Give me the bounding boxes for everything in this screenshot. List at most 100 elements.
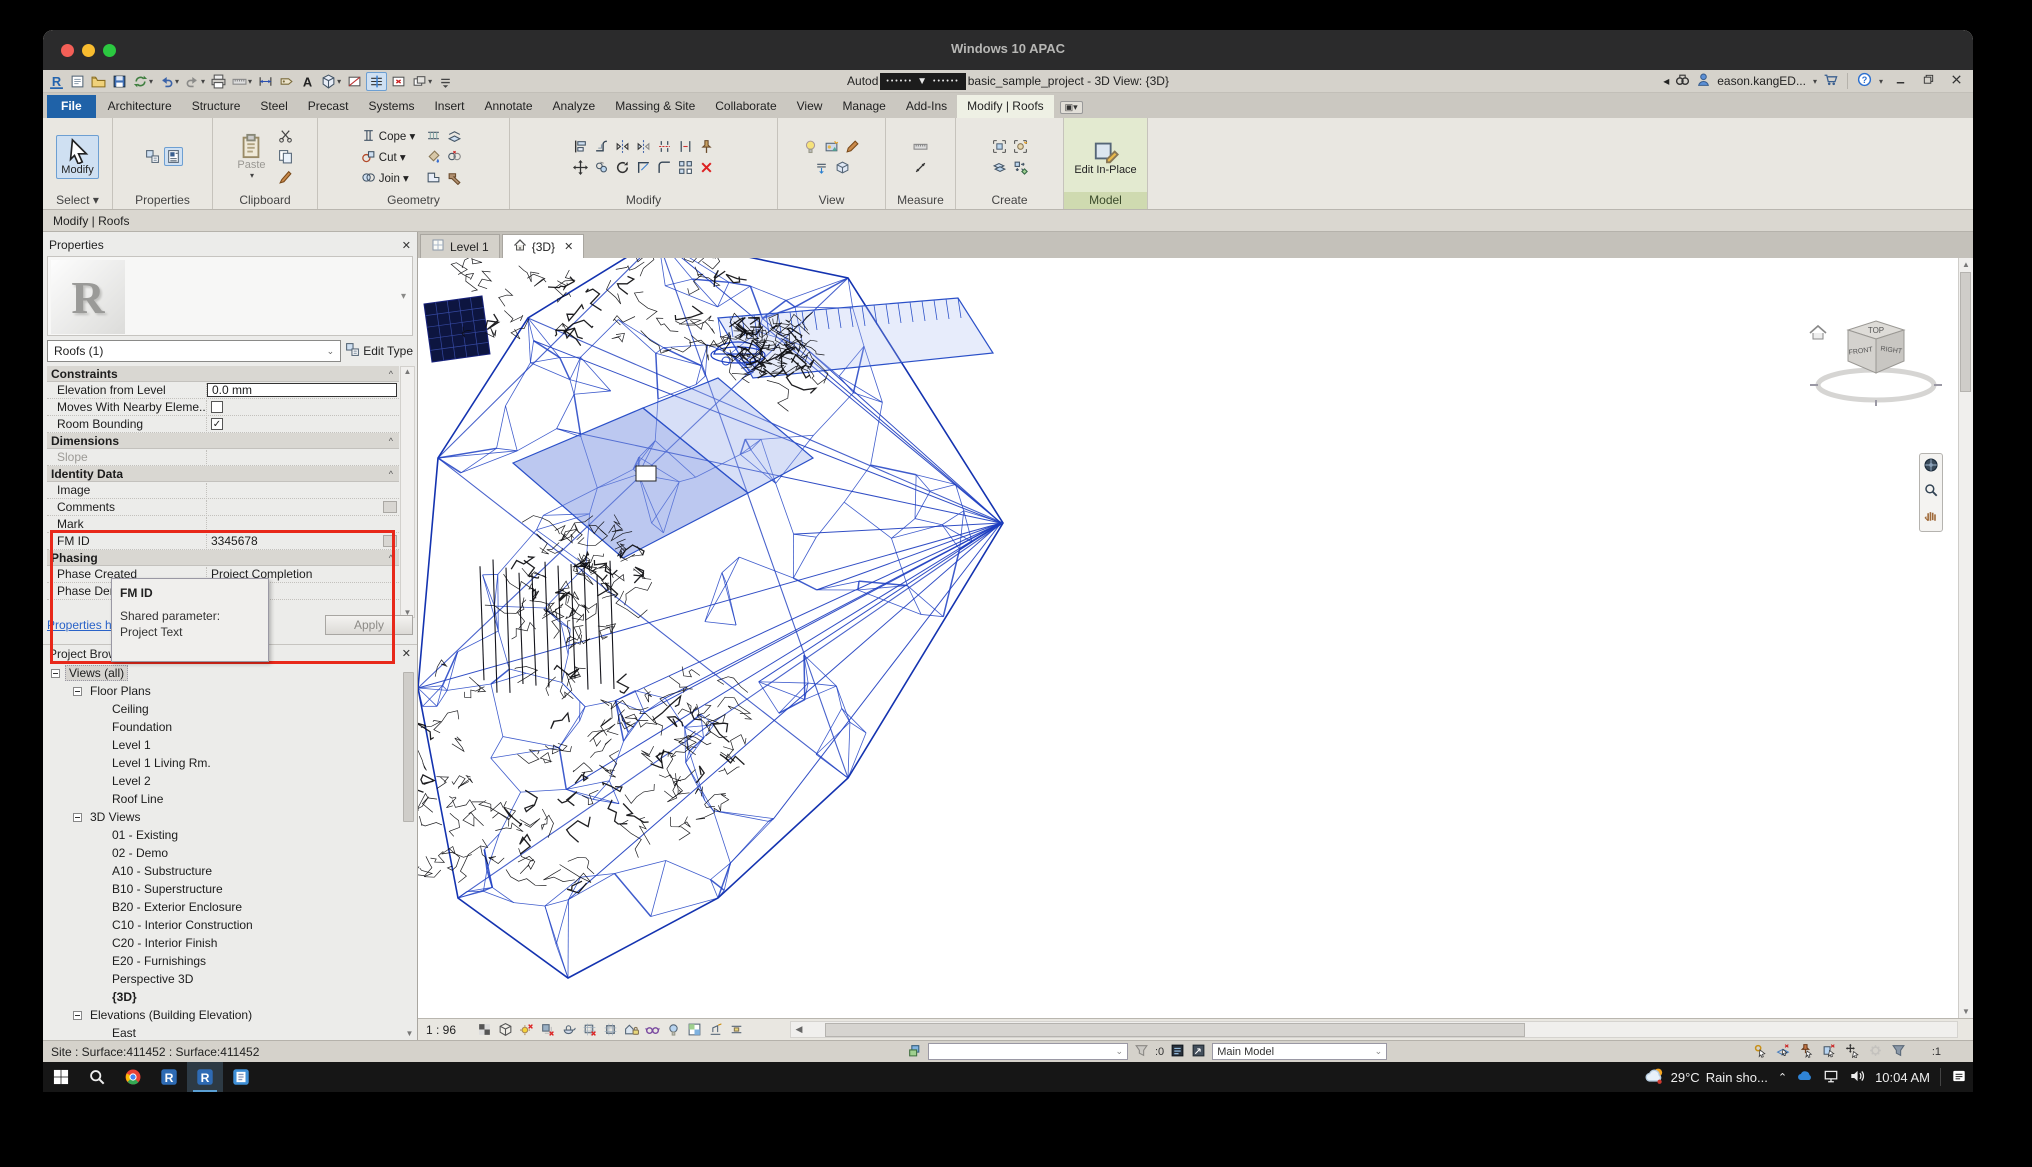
taskbar-chrome-icon[interactable] <box>115 1062 151 1092</box>
align-button[interactable] <box>571 137 590 156</box>
design-options-icon[interactable] <box>1170 1043 1185 1061</box>
aligned-dimension-button[interactable] <box>256 72 275 91</box>
worksharing-display-button[interactable] <box>685 1021 703 1039</box>
edit-in-place-button[interactable]: Edit In-Place <box>1069 135 1141 179</box>
window-close-button[interactable] <box>1945 73 1967 89</box>
viewcube[interactable]: TOP FRONT RIGHT <box>1798 303 1948 423</box>
search-icon[interactable] <box>1675 72 1690 90</box>
close-hidden-windows-button[interactable] <box>389 72 408 91</box>
tree-item-b10-superstructure[interactable]: B10 - Superstructure <box>45 880 401 898</box>
section-dimensions[interactable]: Dimensions^ <box>47 433 399 449</box>
tab-add-ins[interactable]: Add-Ins <box>896 95 957 118</box>
profile-edit-button[interactable] <box>424 168 443 187</box>
canvas-scrollbar-thumb[interactable] <box>1960 272 1971 392</box>
mirror-pick-button[interactable] <box>613 137 632 156</box>
navigation-bar[interactable] <box>1919 453 1943 532</box>
shadows-off-button[interactable] <box>538 1021 556 1039</box>
reveal-hidden-button[interactable] <box>643 1021 661 1039</box>
tree-item-b20-exterior-enclosure[interactable]: B20 - Exterior Enclosure <box>45 898 401 916</box>
zoom-tool-icon[interactable] <box>1923 482 1939 503</box>
cope-button[interactable]: Cope ▾ <box>359 126 417 146</box>
copy-modify-button[interactable] <box>592 158 611 177</box>
tree-item-01-existing[interactable]: 01 - Existing <box>45 826 401 844</box>
project-browser-close-icon[interactable]: ✕ <box>402 647 411 660</box>
drag-on-selection-toggle[interactable] <box>1845 1043 1860 1061</box>
file-info-button[interactable] <box>68 72 87 91</box>
properties-palette-header[interactable]: Properties ✕ <box>43 236 417 254</box>
tree-item-a10-substructure[interactable]: A10 - Substructure <box>45 862 401 880</box>
paint-bucket-button[interactable] <box>424 147 443 166</box>
design-option-dropdown[interactable]: Main Model⌄ <box>1212 1043 1387 1060</box>
modify-button[interactable]: Modify <box>56 135 98 179</box>
save-button[interactable] <box>110 72 129 91</box>
tree-item-foundation[interactable]: Foundation <box>45 718 401 736</box>
collapse-icon[interactable] <box>51 669 60 678</box>
project-browser-scrollbar[interactable]: ▼ <box>402 664 417 1040</box>
select-links-toggle[interactable] <box>1753 1043 1768 1061</box>
ellipsis-button[interactable] <box>383 501 397 513</box>
property-row-fm-id[interactable]: FM ID3345678 <box>47 533 399 550</box>
select-underlay-toggle[interactable] <box>1776 1043 1791 1061</box>
navigation-wheel-icon[interactable] <box>1923 457 1939 478</box>
tree-item-views-all-[interactable]: Views (all) <box>45 664 401 682</box>
locked-3d-view-button[interactable] <box>622 1021 640 1039</box>
app-store-cart-icon[interactable] <box>1823 72 1838 90</box>
demolish-button[interactable] <box>445 168 464 187</box>
offset-button[interactable] <box>592 137 611 156</box>
tab-analyze[interactable]: Analyze <box>543 95 606 118</box>
default-3d-view-button[interactable]: ▾ <box>319 72 343 91</box>
section-identity-data[interactable]: Identity Data^ <box>47 466 399 482</box>
window-restore-button[interactable] <box>1917 73 1939 89</box>
horizontal-scrollbar-thumb[interactable] <box>825 1023 1525 1037</box>
edit-type-button[interactable]: Edit Type <box>345 340 413 362</box>
tree-item-ceiling[interactable]: Ceiling <box>45 700 401 718</box>
ribbon-display-toggle[interactable]: ▣▾ <box>1060 101 1083 114</box>
ellipsis-button[interactable] <box>383 535 397 547</box>
tag-button[interactable] <box>277 72 296 91</box>
background-processes-toggle[interactable] <box>1868 1043 1883 1061</box>
underlay-arrow-button[interactable] <box>812 158 831 177</box>
view-box-button[interactable] <box>833 158 852 177</box>
tab-systems[interactable]: Systems <box>358 95 424 118</box>
render-camera-button[interactable] <box>822 137 841 156</box>
trim-extend-button[interactable] <box>634 158 653 177</box>
revit-logo-button[interactable]: R <box>47 72 66 91</box>
select-pinned-toggle[interactable] <box>1799 1043 1814 1061</box>
tree-item-level-1[interactable]: Level 1 <box>45 736 401 754</box>
measure-diagonal-button[interactable] <box>911 158 930 177</box>
collapse-search-icon[interactable]: ◂ <box>1663 74 1669 88</box>
collapse-icon[interactable] <box>73 813 82 822</box>
copy-button[interactable] <box>276 147 295 166</box>
displacement-sets-button[interactable] <box>706 1021 724 1039</box>
type-selector-dropdown[interactable]: Roofs (1) ⌄ <box>47 340 341 362</box>
tab-structure[interactable]: Structure <box>182 95 251 118</box>
tab-annotate[interactable]: Annotate <box>474 95 542 118</box>
mirror-draw-button[interactable] <box>634 137 653 156</box>
taskbar-weather[interactable]: 29°C Rain sho... <box>1645 1066 1768 1089</box>
split-gap-button[interactable] <box>676 137 695 156</box>
temporary-hide-button[interactable] <box>664 1021 682 1039</box>
detail-level-button[interactable] <box>475 1021 493 1039</box>
cut-button[interactable]: Cut ▾ <box>359 147 417 167</box>
view-tab-level-1[interactable]: Level 1 <box>420 234 500 258</box>
open-folder-button[interactable] <box>89 72 108 91</box>
wall-sweep-button[interactable] <box>445 126 464 145</box>
tab-steel[interactable]: Steel <box>250 95 297 118</box>
create-group-button[interactable] <box>990 137 1009 156</box>
scroll-left-icon[interactable]: ◀ <box>791 1024 807 1035</box>
rendering-dialog-button[interactable] <box>559 1021 577 1039</box>
property-row-slope[interactable]: Slope <box>47 449 399 466</box>
pan-tool-icon[interactable] <box>1923 507 1939 528</box>
editable-only-filter-icon[interactable] <box>1134 1043 1149 1061</box>
property-row-moves-with-nearby-eleme-[interactable]: Moves With Nearby Eleme... <box>47 399 399 416</box>
move-button[interactable] <box>571 158 590 177</box>
tab-collaborate[interactable]: Collaborate <box>705 95 786 118</box>
section-button[interactable] <box>345 72 364 91</box>
cut-scissors-button[interactable] <box>276 126 295 145</box>
visual-style-button[interactable] <box>496 1021 514 1039</box>
print-button[interactable] <box>209 72 228 91</box>
tree-item-east[interactable]: East <box>45 1024 401 1040</box>
tree-item-level-2[interactable]: Level 2 <box>45 772 401 790</box>
scrollbar-thumb[interactable] <box>403 672 414 822</box>
pin-button[interactable] <box>697 137 716 156</box>
